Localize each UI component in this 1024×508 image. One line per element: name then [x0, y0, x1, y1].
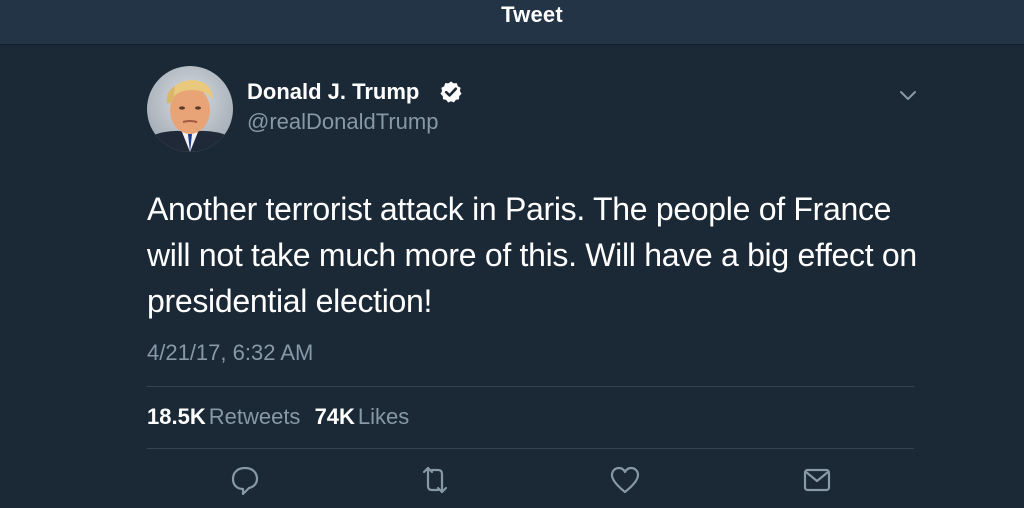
reply-button[interactable] — [225, 460, 265, 500]
divider — [147, 448, 914, 449]
divider — [147, 386, 914, 387]
author-name[interactable]: Donald J. Trump — [247, 79, 419, 105]
direct-message-button[interactable] — [797, 460, 837, 500]
heart-icon — [610, 466, 640, 494]
retweet-button[interactable] — [415, 460, 455, 500]
tweet-stats: 18.5K Retweets 74K Likes — [147, 404, 417, 430]
avatar[interactable] — [147, 66, 233, 152]
likes-label: Likes — [357, 404, 410, 429]
verified-badge-icon — [440, 81, 462, 103]
envelope-icon — [803, 468, 831, 492]
tweet-timestamp[interactable]: 4/21/17, 6:32 AM — [147, 340, 313, 366]
profile-photo-icon — [147, 66, 233, 152]
top-bar: Tweet — [0, 0, 1024, 45]
retweets-count: 18.5K — [147, 404, 206, 429]
like-button[interactable] — [605, 460, 645, 500]
likes-stat[interactable]: 74K Likes — [315, 404, 418, 429]
retweet-icon — [422, 466, 448, 494]
likes-count: 74K — [314, 404, 355, 429]
reply-icon — [231, 466, 259, 496]
chevron-down-icon[interactable] — [896, 86, 920, 106]
retweets-label: Retweets — [208, 404, 301, 429]
page-title: Tweet — [501, 2, 563, 27]
retweets-stat[interactable]: 18.5K Retweets — [147, 404, 315, 429]
author-handle[interactable]: @realDonaldTrump — [247, 109, 438, 135]
tweet-text: Another terrorist attack in Paris. The p… — [147, 191, 917, 319]
